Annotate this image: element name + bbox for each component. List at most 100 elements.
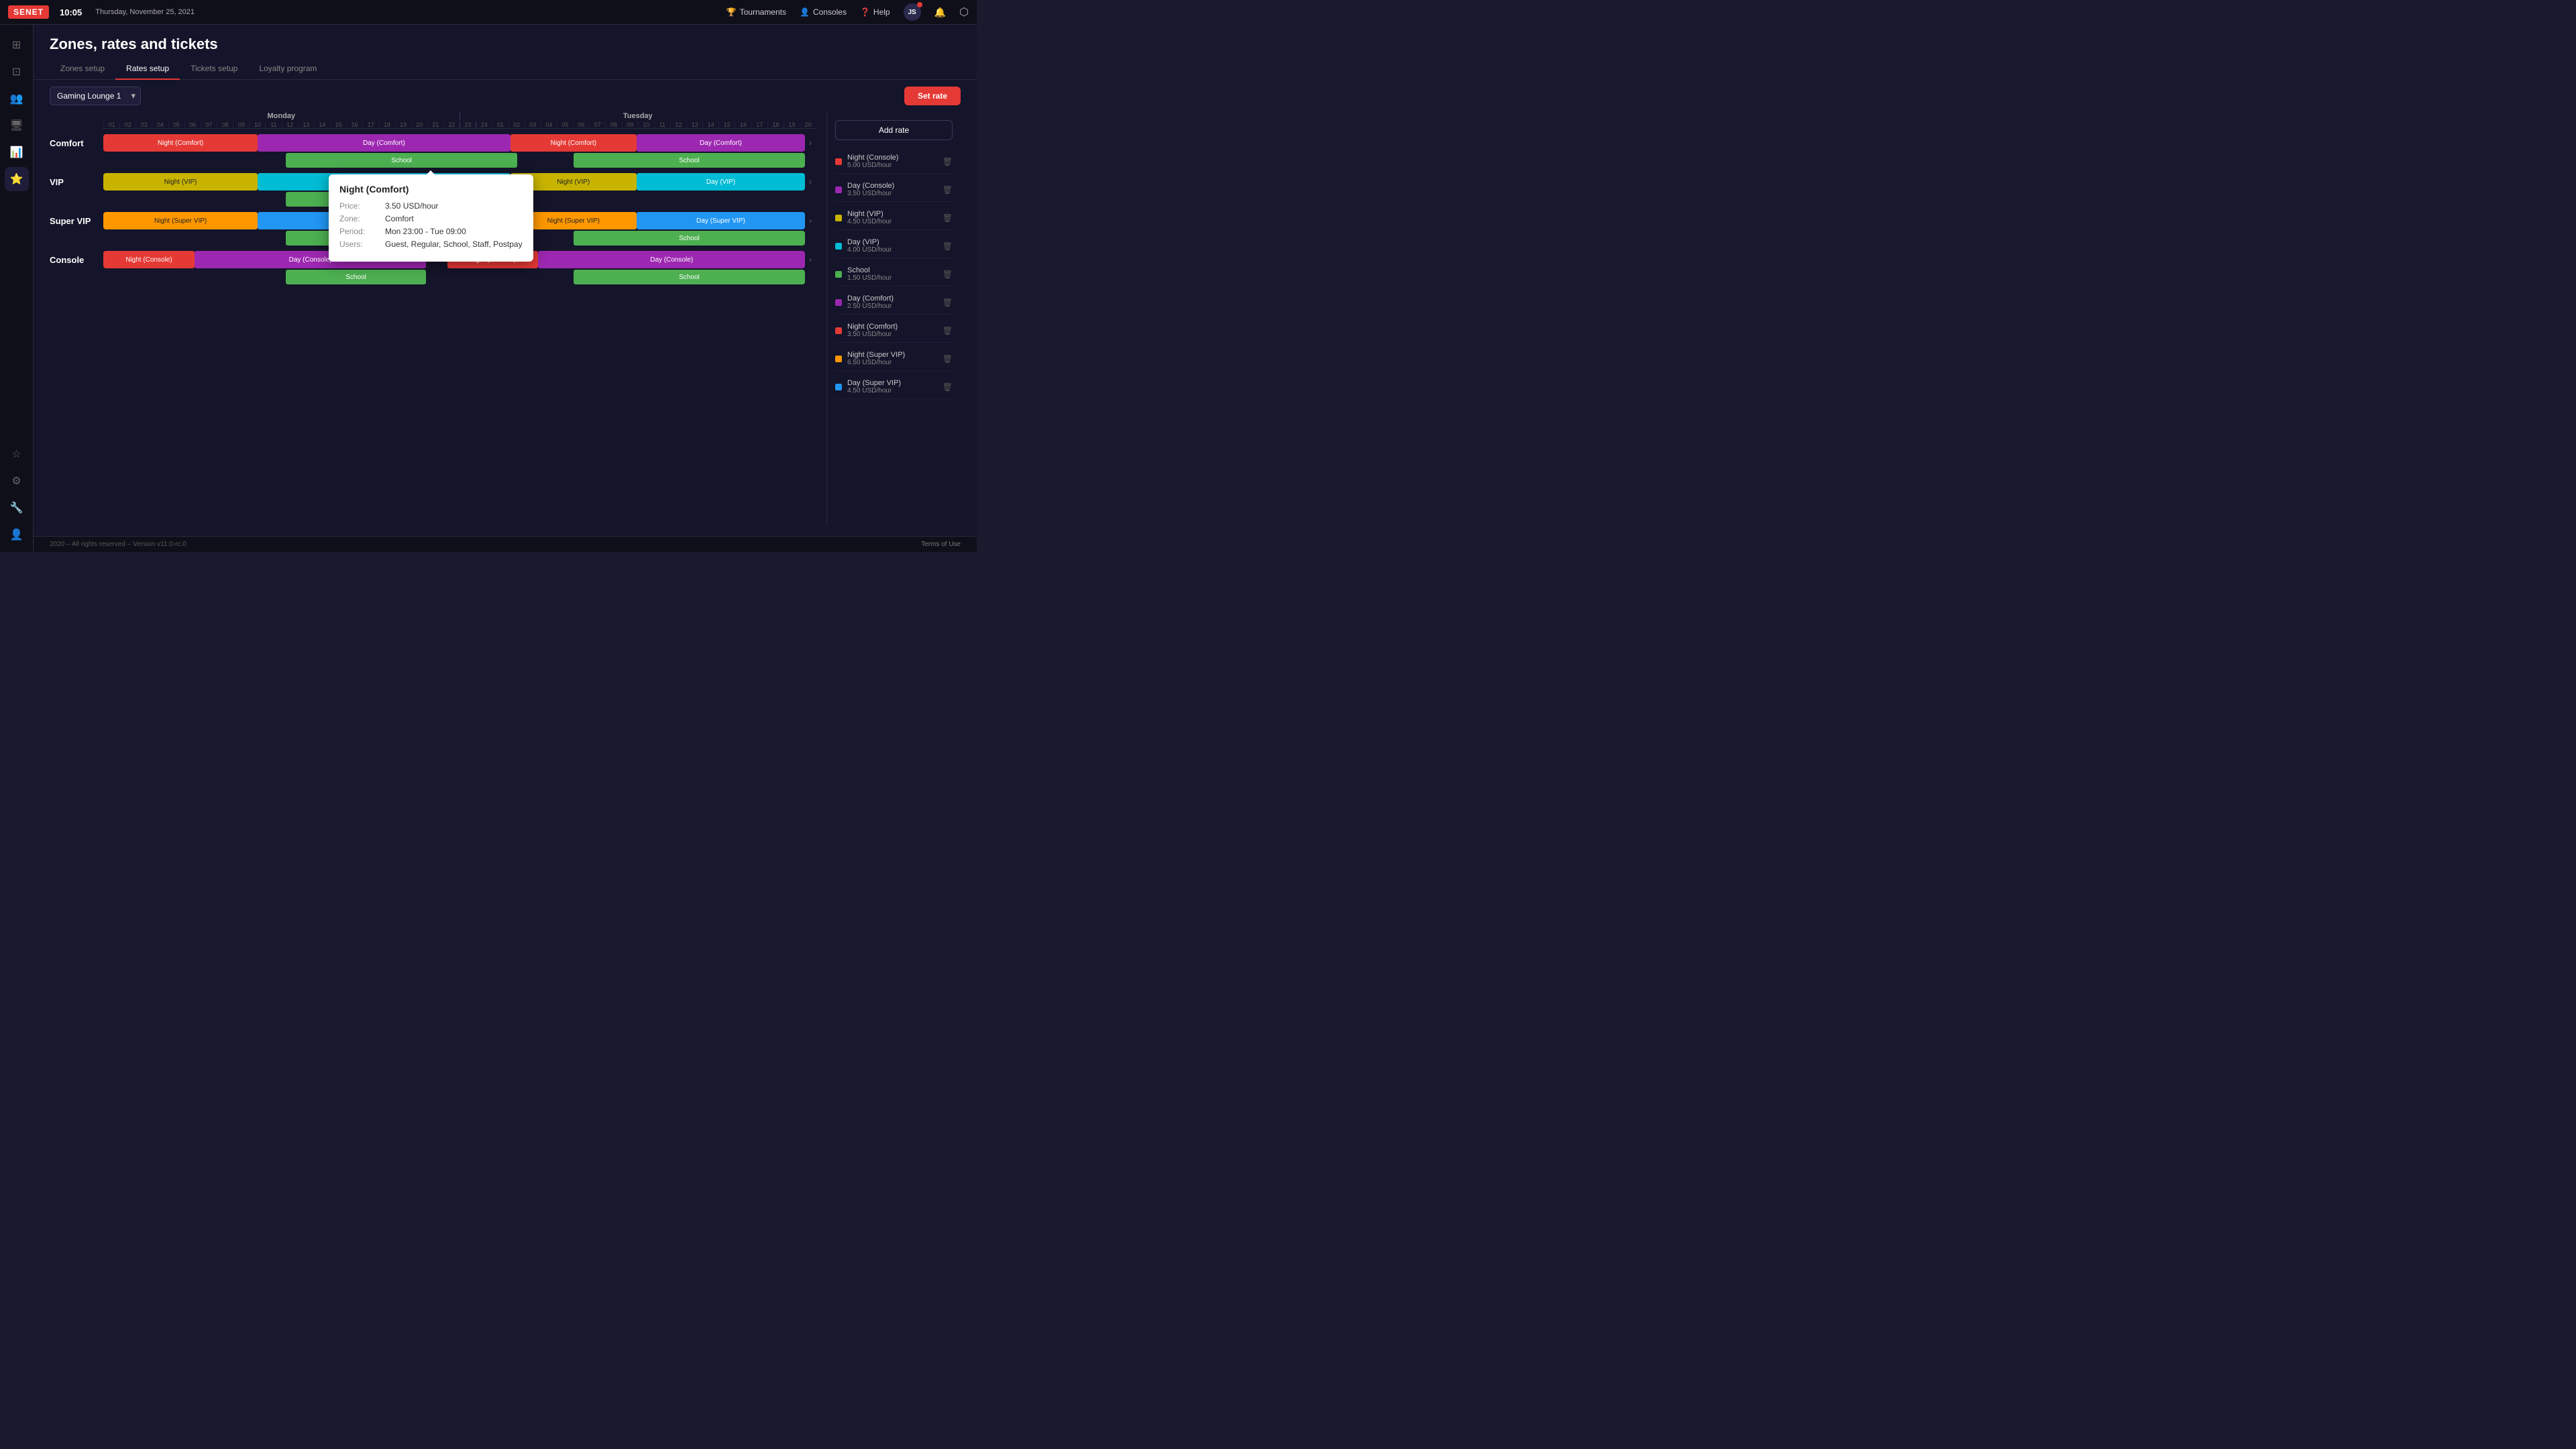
rate-name-night-comfort: Night (Comfort) [847, 323, 937, 331]
rate-name-night-console: Night (Console) [847, 154, 937, 162]
zone-select[interactable]: Gaming Lounge 1 [50, 87, 141, 105]
rate-bar-day-comfort-1[interactable]: Day (Comfort) [258, 134, 511, 152]
sidebar-item-computers[interactable]: 🖥 [5, 113, 29, 138]
hour-06b: 06 [573, 121, 589, 128]
help-icon: ❓ [860, 7, 870, 17]
empty-4 [517, 192, 805, 207]
hour-04: 04 [152, 121, 168, 128]
rate-bar-day-vip-2[interactable]: Day (VIP) [637, 173, 805, 191]
sidebar-item-settings[interactable]: ⚙ [5, 469, 29, 493]
rate-name-night-vip: Night (VIP) [847, 210, 937, 218]
tooltip-period-label: Period: [339, 227, 380, 236]
delete-rate-night-vip[interactable]: 🗑 [943, 213, 953, 223]
tooltip-title: Night (Comfort) [339, 184, 523, 195]
zone-comfort-expand[interactable]: › [805, 134, 816, 148]
add-rate-button[interactable]: Add rate [835, 120, 953, 140]
school-bar-console-2[interactable]: School [574, 270, 805, 284]
tooltip-users-row: Users: Guest, Regular, School, Staff, Po… [339, 239, 523, 249]
tab-zones-setup[interactable]: Zones setup [50, 58, 115, 80]
exit-icon[interactable]: ⬡ [959, 5, 969, 19]
zone-vip-expand[interactable]: › [805, 173, 816, 186]
sidebar-item-support[interactable]: 👤 [5, 523, 29, 547]
hour-09: 09 [233, 121, 249, 128]
nav-tournaments[interactable]: 🏆 Tournaments [727, 7, 786, 17]
rate-bar-night-comfort-1[interactable]: Night (Comfort) [103, 134, 258, 152]
delete-rate-school[interactable]: 🗑 [943, 270, 953, 279]
delete-rate-day-vip[interactable]: 🗑 [943, 241, 953, 251]
hour-10b: 10 [638, 121, 654, 128]
rate-name-day-console: Day (Console) [847, 182, 937, 190]
sidebar-item-tools[interactable]: 🔧 [5, 496, 29, 520]
user-avatar[interactable]: JS [904, 3, 921, 21]
delete-rate-day-console[interactable]: 🗑 [943, 185, 953, 195]
zone-console-expand[interactable]: › [805, 251, 816, 264]
rate-bar-day-comfort-2[interactable]: Day (Comfort) [637, 134, 805, 152]
rate-tooltip: Night (Comfort) Price: 3.50 USD/hour Zon… [329, 174, 533, 262]
rate-color-night-comfort [835, 327, 842, 334]
hour-12b: 12 [670, 121, 686, 128]
header-nav: 🏆 Tournaments 👤 Consoles ❓ Help JS 🔔 ⬡ [727, 3, 969, 21]
sidebar-item-dashboard[interactable]: ⊡ [5, 60, 29, 84]
hour-03: 03 [136, 121, 152, 128]
hour-13b: 13 [686, 121, 702, 128]
rate-item-school: School 1.50 USD/hour 🗑 [835, 262, 953, 286]
hour-15: 15 [330, 121, 346, 128]
rate-bar-night-comfort-2[interactable]: Night (Comfort) [511, 134, 637, 152]
delete-rate-night-console[interactable]: 🗑 [943, 157, 953, 166]
school-bar-supervip-2[interactable]: School [574, 231, 805, 246]
school-bar-comfort-1[interactable]: School [286, 153, 517, 168]
empty-2 [517, 153, 574, 168]
tab-tickets-setup[interactable]: Tickets setup [180, 58, 248, 80]
bell-icon[interactable]: 🔔 [934, 7, 946, 18]
rate-info-night-supervip: Night (Super VIP) 6.50 USD/hour [847, 351, 937, 366]
rate-color-school [835, 271, 842, 278]
rate-price-day-console: 3.50 USD/hour [847, 190, 937, 197]
rate-info-day-supervip: Day (Super VIP) 4.50 USD/hour [847, 379, 937, 394]
hour-10: 10 [249, 121, 265, 128]
hour-03b: 03 [525, 121, 541, 128]
day-tuesday-label: Tuesday [460, 112, 816, 120]
nav-help[interactable]: ❓ Help [860, 7, 890, 17]
hour-14: 14 [314, 121, 330, 128]
delete-rate-night-comfort[interactable]: 🗑 [943, 326, 953, 335]
zone-supervip-expand[interactable]: › [805, 212, 816, 225]
sidebar-item-favorites[interactable]: ☆ [5, 442, 29, 466]
notification-badge [917, 2, 922, 7]
zone-console-label: Console [50, 251, 103, 265]
set-rate-button[interactable]: Set rate [904, 87, 961, 105]
rate-bar-night-vip-1[interactable]: Night (VIP) [103, 173, 258, 191]
delete-rate-day-comfort[interactable]: 🗑 [943, 298, 953, 307]
hour-17b: 17 [751, 121, 767, 128]
hour-11b: 11 [654, 121, 670, 128]
hour-16b: 16 [735, 121, 751, 128]
sidebar-expand-button[interactable]: ⊞ [5, 33, 29, 57]
rate-color-day-console [835, 186, 842, 193]
rate-info-day-vip: Day (VIP) 4.00 USD/hour [847, 238, 937, 254]
rate-item-day-comfort: Day (Comfort) 2.50 USD/hour 🗑 [835, 290, 953, 315]
nav-consoles[interactable]: 👤 Consoles [800, 7, 847, 17]
rate-name-day-supervip: Day (Super VIP) [847, 379, 937, 387]
hour-14b: 14 [702, 121, 718, 128]
delete-rate-night-supervip[interactable]: 🗑 [943, 354, 953, 364]
rate-bar-day-console-2[interactable]: Day (Console) [538, 251, 804, 268]
sidebar-item-rates[interactable]: ⭐ [5, 167, 29, 191]
tabs-bar: Zones setup Rates setup Tickets setup Lo… [34, 58, 977, 80]
sidebar-item-reports[interactable]: 📊 [5, 140, 29, 164]
senet-logo: SENET [8, 5, 49, 19]
consoles-icon: 👤 [800, 7, 810, 17]
hour-24: 24 [476, 121, 492, 128]
schedule-container: Monday Tuesday 01 02 03 04 05 06 07 08 0… [34, 112, 977, 536]
delete-rate-day-supervip[interactable]: 🗑 [943, 382, 953, 392]
rate-bar-night-console-1[interactable]: Night (Console) [103, 251, 195, 268]
sidebar-item-users[interactable]: 👥 [5, 87, 29, 111]
footer-terms[interactable]: Terms of Use [921, 541, 961, 548]
rate-bar-day-supervip-2[interactable]: Day (Super VIP) [637, 212, 805, 229]
hour-09b: 09 [622, 121, 638, 128]
rate-bar-night-supervip-1[interactable]: Night (Super VIP) [103, 212, 258, 229]
rate-item-night-supervip: Night (Super VIP) 6.50 USD/hour 🗑 [835, 347, 953, 371]
zone-comfort-rate-bars: Night (Comfort) Day (Comfort) Night (Com… [103, 134, 805, 152]
school-bar-console-1[interactable]: School [286, 270, 426, 284]
tab-rates-setup[interactable]: Rates setup [115, 58, 180, 80]
school-bar-comfort-2[interactable]: School [574, 153, 805, 168]
tab-loyalty-program[interactable]: Loyalty program [248, 58, 327, 80]
